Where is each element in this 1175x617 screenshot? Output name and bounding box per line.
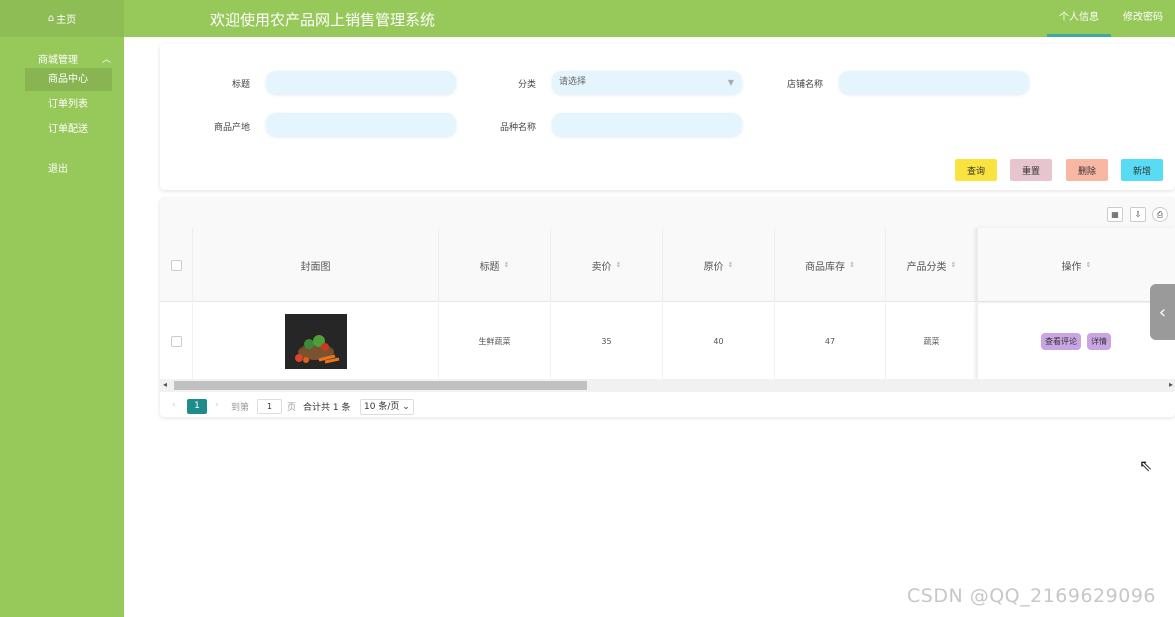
export-icon[interactable]: ⇩ <box>1130 207 1146 222</box>
row-checkbox[interactable] <box>170 335 182 347</box>
columns-icon[interactable]: ▦ <box>1107 207 1123 222</box>
app-title: 欢迎使用农产品网上销售管理系统 <box>210 11 436 29</box>
category-select[interactable]: 请选择 ▼ <box>552 71 742 94</box>
category-label: 分类 <box>517 80 536 90</box>
category-cell: 蔬菜 <box>885 303 977 379</box>
delete-button[interactable]: 删除 <box>1066 159 1108 181</box>
goto-suffix: 页 <box>287 403 297 413</box>
column-header-label: 卖价 <box>591 261 612 273</box>
sidebar-group-mall[interactable]: 商城管理 <box>38 51 78 66</box>
horizontal-scrollbar[interactable]: ◂ ▸ <box>160 379 1175 392</box>
cover-cell <box>192 303 438 379</box>
pagination: ‹ 1 › 到第 1 页 合计共 1 条 10 条/页 ⌄ <box>160 398 560 416</box>
chevron-down-icon: ▼ <box>727 78 734 87</box>
page-size-select[interactable]: 10 条/页 ⌄ <box>360 399 414 415</box>
select-all-checkbox[interactable] <box>170 259 182 271</box>
page-size-value: 10 条/页 <box>364 402 400 412</box>
scrollbar-thumb[interactable] <box>174 381 587 390</box>
sidebar-item-delivery[interactable]: 订单配送 <box>25 118 112 141</box>
sort-icon[interactable]: ⇕ <box>1086 261 1092 269</box>
page-number-active[interactable]: 1 <box>187 399 207 414</box>
column-header-stock[interactable]: 商品库存 ⇕ <box>774 228 885 302</box>
sort-icon[interactable]: ⇕ <box>504 261 510 269</box>
title-cell: 生鲜蔬菜 <box>438 303 550 379</box>
column-header-title[interactable]: 标题 ⇕ <box>438 228 550 302</box>
profile-link[interactable]: 个人信息 <box>1047 0 1111 37</box>
change-password-link[interactable]: 修改密码 <box>1111 0 1175 37</box>
stock-cell: 47 <box>774 303 885 379</box>
column-header-cover: 封面图 <box>192 228 438 302</box>
column-header-label: 标题 <box>479 261 500 273</box>
add-button[interactable]: 新增 <box>1121 159 1163 181</box>
origin-input[interactable] <box>266 113 456 136</box>
shop-name-input[interactable] <box>839 71 1029 94</box>
reset-button[interactable]: 重置 <box>1010 159 1052 181</box>
watermark: CSDN @QQ_2169629096 <box>907 585 1157 607</box>
column-header-original-price[interactable]: 原价 ⇕ <box>662 228 774 302</box>
home-icon: ⌂ <box>47 13 55 24</box>
column-header-label: 原价 <box>703 261 724 273</box>
detail-button[interactable]: 详情 <box>1087 332 1111 350</box>
column-header-label: 操作 <box>1061 261 1082 273</box>
product-cover-image[interactable] <box>284 313 347 369</box>
variety-input[interactable] <box>552 113 742 136</box>
prev-page-icon[interactable]: ‹ <box>172 400 176 410</box>
sort-icon[interactable]: ⇕ <box>616 261 622 269</box>
table-toolbar: ▦ ⇩ ⎙ <box>160 198 1175 228</box>
home-tab[interactable]: ⌂ 主页 <box>0 0 124 37</box>
sidebar-item-orders[interactable]: 订单列表 <box>25 93 112 116</box>
scroll-right-icon[interactable]: ▸ <box>1169 380 1173 389</box>
actions-cell: 查看评论 详情 <box>977 303 1175 379</box>
origin-label: 商品产地 <box>213 123 250 133</box>
print-icon[interactable]: ⎙ <box>1152 207 1168 222</box>
shop-name-label: 店铺名称 <box>786 80 823 90</box>
sort-icon[interactable]: ⇕ <box>849 261 855 269</box>
column-header-actions[interactable]: 操作 ⇕ <box>977 228 1175 302</box>
column-header-label: 产品分类 <box>906 261 947 273</box>
table-header: 封面图 标题 ⇕ 卖价 ⇕ 原价 ⇕ 商品库存 ⇕ 产品分类 ⇕ 操作 ⇕ <box>160 228 1175 302</box>
column-header-label: 封面图 <box>300 261 331 273</box>
view-comments-button[interactable]: 查看评论 <box>1041 332 1081 350</box>
table-row: 生鲜蔬菜 35 40 47 蔬菜 查看评论 详情 <box>160 303 1175 379</box>
chevron-up-icon[interactable]: ︿ <box>102 52 111 65</box>
sort-icon[interactable]: ⇕ <box>951 261 957 269</box>
total-count: 合计共 1 条 <box>303 403 351 413</box>
goto-page-input[interactable]: 1 <box>257 399 282 414</box>
column-header-category[interactable]: 产品分类 ⇕ <box>885 228 977 302</box>
table-panel: ▦ ⇩ ⎙ 封面图 标题 ⇕ 卖价 ⇕ 原价 ⇕ 商品库存 ⇕ 产品分类 ⇕ 操作 ⇕ <box>160 198 1175 417</box>
price-cell: 35 <box>550 303 662 379</box>
column-header-price[interactable]: 卖价 ⇕ <box>550 228 662 302</box>
title-label: 标题 <box>231 80 250 90</box>
sidebar: 商城管理 ︿ 商品中心 订单列表 订单配送 退出 <box>0 37 124 617</box>
next-page-icon[interactable]: › <box>215 400 219 410</box>
column-header-label: 商品库存 <box>805 261 846 273</box>
title-input[interactable] <box>266 71 456 94</box>
top-bar: ⌂ 主页 欢迎使用农产品网上销售管理系统 个人信息 修改密码 <box>0 0 1175 37</box>
select-all-cell <box>160 228 192 302</box>
home-label: 主页 <box>56 15 77 26</box>
scroll-left-icon[interactable]: ◂ <box>163 380 167 389</box>
goto-prefix: 到第 <box>231 403 250 413</box>
sort-icon[interactable]: ⇕ <box>728 261 734 269</box>
category-placeholder: 请选择 <box>559 77 587 87</box>
row-select-cell <box>160 303 192 379</box>
variety-label: 品种名称 <box>499 123 536 133</box>
sidebar-item-products[interactable]: 商品中心 <box>25 68 112 91</box>
query-button[interactable]: 查询 <box>955 159 997 181</box>
mouse-cursor-icon: ⇖ <box>1139 456 1153 475</box>
chevron-left-icon[interactable]: ‹ <box>1150 284 1175 340</box>
chevron-down-icon: ⌄ <box>402 402 410 412</box>
sidebar-item-logout[interactable]: 退出 <box>25 158 112 181</box>
top-links: 个人信息 修改密码 <box>1047 0 1175 37</box>
original-price-cell: 40 <box>662 303 774 379</box>
vegetable-basket-icon <box>284 313 347 369</box>
search-panel: 标题 分类 请选择 ▼ 店铺名称 商品产地 品种名称 查询 重置 删除 新增 <box>160 44 1175 190</box>
